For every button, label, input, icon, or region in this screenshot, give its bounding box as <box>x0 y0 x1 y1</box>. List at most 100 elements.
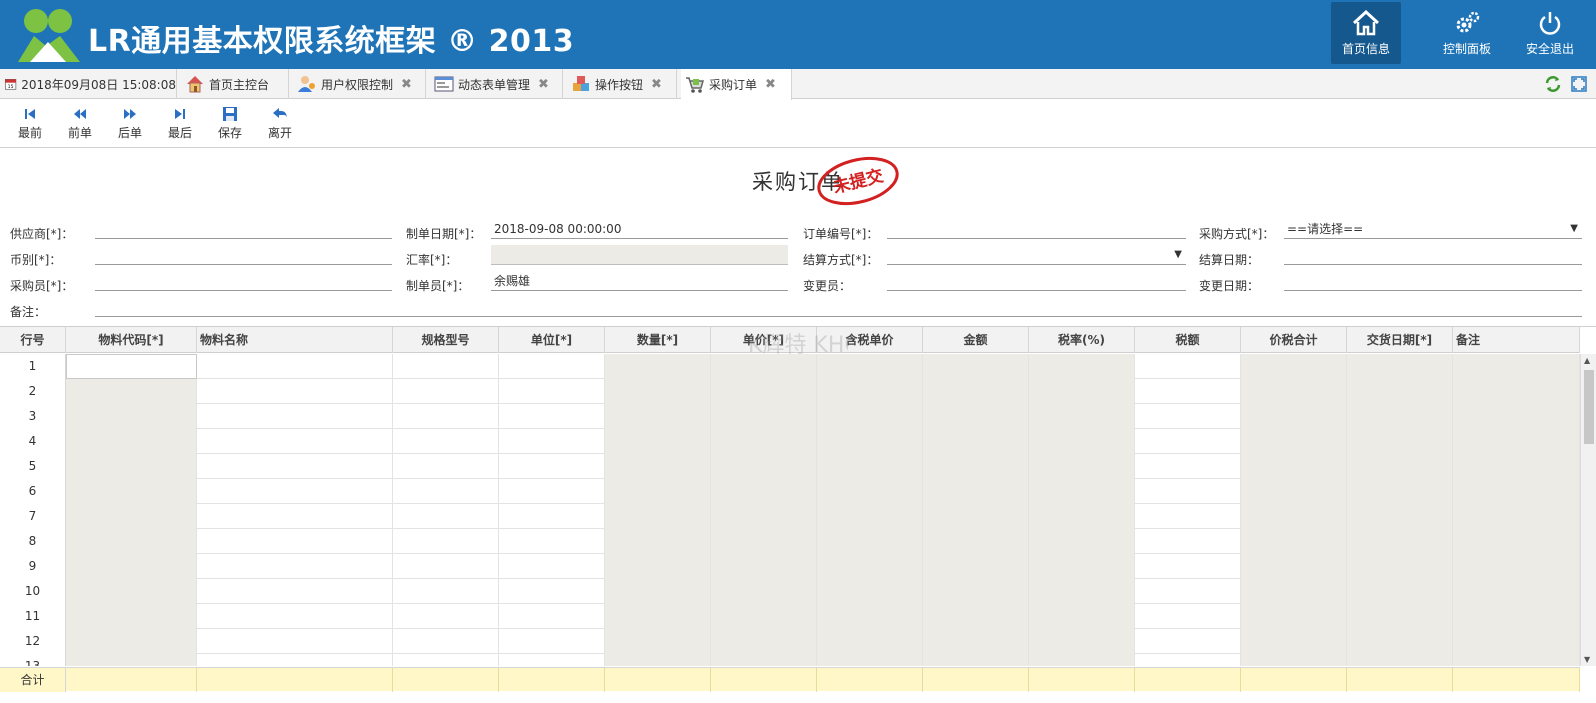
table-cell[interactable] <box>1135 604 1241 629</box>
first-button[interactable]: 最前 <box>9 106 51 141</box>
table-cell[interactable] <box>393 479 499 504</box>
table-cell[interactable] <box>817 404 923 429</box>
scroll-up-icon[interactable]: ▲ <box>1584 356 1590 365</box>
table-cell[interactable] <box>1453 354 1580 379</box>
col-header-unit[interactable]: 单位[*] <box>499 327 605 353</box>
table-cell[interactable] <box>817 554 923 579</box>
logout-button[interactable]: 安全退出 <box>1515 2 1585 64</box>
table-cell[interactable] <box>1135 529 1241 554</box>
last-button[interactable]: 最后 <box>159 106 201 141</box>
table-cell[interactable] <box>66 654 197 666</box>
table-cell[interactable] <box>711 429 817 454</box>
table-cell[interactable] <box>817 504 923 529</box>
table-cell[interactable] <box>1029 454 1135 479</box>
table-cell[interactable] <box>197 479 393 504</box>
table-cell[interactable] <box>66 504 197 529</box>
control-panel-button[interactable]: 控制面板 <box>1432 2 1502 64</box>
table-cell[interactable] <box>1135 379 1241 404</box>
close-icon[interactable]: ✖ <box>538 77 549 92</box>
table-cell[interactable] <box>1029 554 1135 579</box>
table-cell[interactable] <box>1241 654 1347 666</box>
table-cell[interactable] <box>1029 404 1135 429</box>
table-cell[interactable] <box>711 654 817 666</box>
table-cell[interactable] <box>923 604 1029 629</box>
table-cell[interactable] <box>1241 604 1347 629</box>
table-cell[interactable] <box>1347 404 1453 429</box>
table-cell[interactable] <box>605 404 711 429</box>
scroll-down-icon[interactable]: ▼ <box>1584 655 1590 664</box>
table-cell[interactable] <box>197 454 393 479</box>
table-cell[interactable] <box>1241 629 1347 654</box>
change-date-field[interactable] <box>1284 273 1582 291</box>
table-cell[interactable] <box>1029 629 1135 654</box>
table-cell[interactable] <box>923 554 1029 579</box>
table-cell[interactable] <box>1029 654 1135 666</box>
table-cell[interactable] <box>1135 504 1241 529</box>
table-cell[interactable] <box>1135 354 1241 379</box>
table-cell[interactable] <box>66 379 197 404</box>
table-cell[interactable] <box>817 429 923 454</box>
changer-field[interactable] <box>887 273 1186 291</box>
table-cell[interactable] <box>923 379 1029 404</box>
table-cell[interactable] <box>499 579 605 604</box>
table-cell[interactable] <box>393 554 499 579</box>
table-cell[interactable] <box>1453 629 1580 654</box>
table-cell[interactable] <box>1135 579 1241 604</box>
table-cell[interactable] <box>499 379 605 404</box>
maker-field[interactable]: 余赐雄 <box>491 273 788 291</box>
table-cell[interactable] <box>1135 404 1241 429</box>
table-cell[interactable] <box>1347 504 1453 529</box>
table-cell[interactable] <box>197 604 393 629</box>
table-cell[interactable] <box>1453 429 1580 454</box>
table-cell[interactable] <box>817 579 923 604</box>
table-cell[interactable] <box>1347 529 1453 554</box>
table-cell[interactable] <box>817 479 923 504</box>
table-cell[interactable] <box>605 554 711 579</box>
table-cell[interactable] <box>499 554 605 579</box>
table-cell[interactable] <box>923 354 1029 379</box>
table-cell[interactable] <box>1347 454 1453 479</box>
table-cell[interactable] <box>499 654 605 666</box>
table-cell[interactable] <box>1241 379 1347 404</box>
table-cell[interactable] <box>393 579 499 604</box>
table-cell[interactable] <box>605 654 711 666</box>
table-cell[interactable] <box>817 654 923 666</box>
table-cell[interactable] <box>605 379 711 404</box>
table-cell[interactable] <box>66 454 197 479</box>
table-cell[interactable] <box>605 529 711 554</box>
grid-scrollbar[interactable]: ▲ ▼ <box>1580 354 1596 666</box>
prev-button[interactable]: 前单 <box>59 106 101 141</box>
table-cell[interactable] <box>1241 454 1347 479</box>
table-cell[interactable] <box>923 529 1029 554</box>
table-cell[interactable] <box>1347 379 1453 404</box>
tab-user-permissions[interactable]: 用户权限控制 ✖ <box>293 69 426 99</box>
table-cell[interactable] <box>197 379 393 404</box>
table-cell[interactable] <box>393 379 499 404</box>
table-cell[interactable] <box>393 404 499 429</box>
table-cell[interactable] <box>197 554 393 579</box>
table-cell[interactable] <box>711 554 817 579</box>
table-cell[interactable] <box>197 629 393 654</box>
table-cell[interactable] <box>499 454 605 479</box>
table-cell[interactable] <box>1347 479 1453 504</box>
table-cell[interactable] <box>1347 654 1453 666</box>
table-cell[interactable] <box>66 404 197 429</box>
tab-action-buttons[interactable]: 操作按钮 ✖ <box>567 69 677 99</box>
settle-method-select[interactable]: ▼ <box>887 247 1186 265</box>
table-cell[interactable] <box>1029 429 1135 454</box>
table-cell[interactable] <box>1029 379 1135 404</box>
table-cell[interactable] <box>66 604 197 629</box>
table-cell[interactable] <box>66 529 197 554</box>
table-cell[interactable] <box>605 429 711 454</box>
order-date-field[interactable]: 2018-09-08 00:00:00 <box>491 221 788 239</box>
buyer-field[interactable] <box>95 273 392 291</box>
table-cell[interactable] <box>605 504 711 529</box>
table-cell[interactable] <box>66 479 197 504</box>
table-cell[interactable] <box>1135 454 1241 479</box>
table-cell[interactable] <box>1135 479 1241 504</box>
table-cell[interactable] <box>711 454 817 479</box>
table-cell[interactable] <box>1347 429 1453 454</box>
table-cell[interactable] <box>1347 629 1453 654</box>
table-cell[interactable] <box>605 604 711 629</box>
tab-dynamic-forms[interactable]: 动态表单管理 ✖ <box>430 69 563 99</box>
